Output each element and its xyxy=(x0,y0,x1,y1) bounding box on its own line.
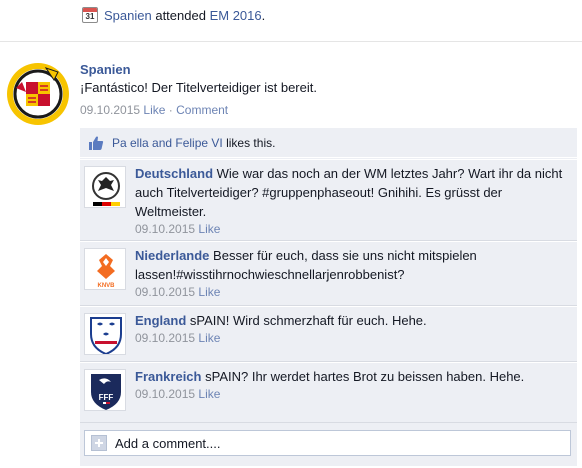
comment-date[interactable]: 09.10.2015 xyxy=(135,222,195,236)
comment-like-link[interactable]: Like xyxy=(198,387,220,401)
spanien-crest-avatar[interactable] xyxy=(6,62,70,126)
divider xyxy=(80,422,577,423)
post-comment-link[interactable]: Comment xyxy=(176,103,228,117)
activity-text: Spanien attended EM 2016. xyxy=(104,7,266,23)
activity-verb: attended xyxy=(155,7,206,23)
activity-event-link[interactable]: EM 2016 xyxy=(210,8,262,23)
comment-author-link[interactable]: Niederlande xyxy=(135,248,209,263)
comment-item: England sPAIN! Wird schmerzhaft für euch… xyxy=(80,306,577,361)
activity-subject-link[interactable]: Spanien xyxy=(104,8,152,23)
likers-link[interactable]: Pa ella and Felipe VI xyxy=(112,136,223,150)
comment-like-link[interactable]: Like xyxy=(198,285,220,299)
comment-author-link[interactable]: Frankreich xyxy=(135,369,201,384)
post-author-link[interactable]: Spanien xyxy=(80,62,317,78)
calendar-icon: 31 xyxy=(82,7,98,23)
comment-body: Niederlande Besser für euch, dass sie un… xyxy=(135,246,571,299)
add-comment-input[interactable]: Add a comment.... xyxy=(84,430,571,456)
dfb-logo-avatar[interactable] xyxy=(84,166,126,208)
comment-item: KNVB Niederlande Besser für euch, dass s… xyxy=(80,241,577,305)
comment-date[interactable]: 09.10.2015 xyxy=(135,387,195,401)
post-date[interactable]: 09.10.2015 xyxy=(80,103,140,117)
comment-body: England sPAIN! Wird schmerzhaft für euch… xyxy=(135,311,571,345)
comment-body: Deutschland Wie war das noch an der WM l… xyxy=(135,164,571,236)
svg-text:KNVB: KNVB xyxy=(97,283,115,289)
comment-item: FFF Frankreich sPAIN? Ihr werdet hartes … xyxy=(80,362,577,422)
plus-icon xyxy=(91,435,107,451)
england-crest-avatar[interactable] xyxy=(84,313,126,355)
comment-author-link[interactable]: Deutschland xyxy=(135,166,213,181)
comment-item: Deutschland Wie war das noch an der WM l… xyxy=(80,159,577,240)
post-header: Spanien ¡Fantástico! Der Titelverteidige… xyxy=(80,62,317,96)
add-comment-placeholder: Add a comment.... xyxy=(115,435,221,451)
comment-like-link[interactable]: Like xyxy=(198,222,220,236)
comment-body: Frankreich sPAIN? Ihr werdet hartes Brot… xyxy=(135,367,571,401)
post-text: ¡Fantástico! Der Titelverteidiger ist be… xyxy=(80,80,317,95)
divider xyxy=(0,41,582,42)
thumbs-up-icon xyxy=(88,135,104,151)
post-meta: 09.10.2015 Like · Comment xyxy=(80,103,229,117)
svg-text:FFF: FFF xyxy=(99,393,114,402)
feedback-box: Pa ella and Felipe VI likes this. Deutsc… xyxy=(80,128,577,466)
comment-author-link[interactable]: England xyxy=(135,313,186,328)
comment-text: sPAIN? Ihr werdet hartes Brot zu beissen… xyxy=(205,369,525,384)
likes-text: Pa ella and Felipe VI likes this. xyxy=(112,135,276,150)
comment-like-link[interactable]: Like xyxy=(198,331,220,345)
comment-date[interactable]: 09.10.2015 xyxy=(135,285,195,299)
likes-row: Pa ella and Felipe VI likes this. xyxy=(80,128,577,158)
fff-crest-avatar[interactable]: FFF xyxy=(84,369,126,411)
post-like-link[interactable]: Like xyxy=(143,103,165,117)
activity-line: 31 Spanien attended EM 2016. xyxy=(82,6,265,24)
comment-date[interactable]: 09.10.2015 xyxy=(135,331,195,345)
comment-text: sPAIN! Wird schmerzhaft für euch. Hehe. xyxy=(189,313,427,328)
knvb-logo-avatar[interactable]: KNVB xyxy=(84,248,126,290)
